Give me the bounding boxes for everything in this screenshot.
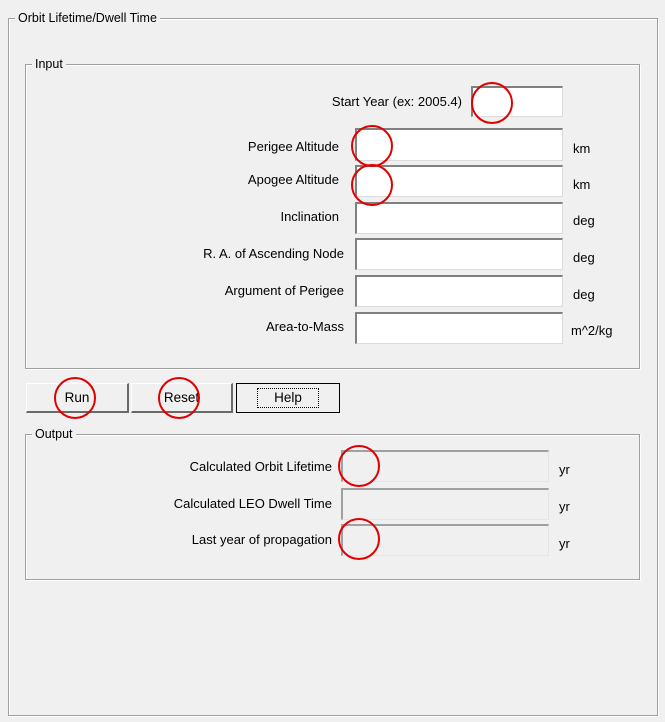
raan-unit: deg: [573, 250, 595, 265]
inclination-label: Inclination: [280, 209, 339, 224]
input-group-title: Input: [32, 56, 66, 72]
area-to-mass-label: Area-to-Mass: [265, 319, 344, 334]
leo-dwell-time-unit: yr: [559, 499, 570, 514]
orbit-lifetime-output: [341, 450, 549, 482]
argument-of-perigee-label: Argument of Perigee: [224, 283, 344, 298]
area-to-mass-unit: m^2/kg: [571, 323, 613, 338]
orbit-lifetime-unit: yr: [559, 462, 570, 477]
run-button[interactable]: Run: [26, 383, 129, 413]
start-year-field[interactable]: [471, 86, 563, 117]
last-year-unit: yr: [559, 536, 570, 551]
area-to-mass-field[interactable]: [355, 312, 563, 344]
apogee-altitude-label: Apogee Altitude: [247, 172, 339, 187]
help-button[interactable]: Help: [236, 383, 340, 413]
last-year-label: Last year of propagation: [191, 532, 332, 547]
perigee-altitude-field[interactable]: [355, 128, 563, 161]
raan-field[interactable]: [355, 238, 563, 270]
argument-of-perigee-unit: deg: [573, 287, 595, 302]
start-year-label: Start Year (ex: 2005.4): [331, 94, 462, 109]
apogee-altitude-field[interactable]: [355, 165, 563, 197]
reset-button[interactable]: Reset: [131, 383, 233, 413]
perigee-altitude-label: Perigee Altitude: [247, 139, 339, 154]
inclination-unit: deg: [573, 213, 595, 228]
last-year-output: [341, 524, 549, 556]
output-group-title: Output: [32, 426, 76, 442]
argument-of-perigee-field[interactable]: [355, 275, 563, 307]
perigee-altitude-unit: km: [573, 141, 591, 156]
leo-dwell-time-label: Calculated LEO Dwell Time: [173, 496, 332, 511]
orbit-lifetime-group-title: Orbit Lifetime/Dwell Time: [15, 10, 160, 26]
apogee-altitude-unit: km: [573, 177, 591, 192]
orbit-lifetime-label: Calculated Orbit Lifetime: [189, 459, 332, 474]
inclination-field[interactable]: [355, 202, 563, 234]
help-button-label: Help: [257, 388, 319, 408]
raan-label: R. A. of Ascending Node: [203, 246, 344, 261]
leo-dwell-time-output: [341, 488, 549, 520]
